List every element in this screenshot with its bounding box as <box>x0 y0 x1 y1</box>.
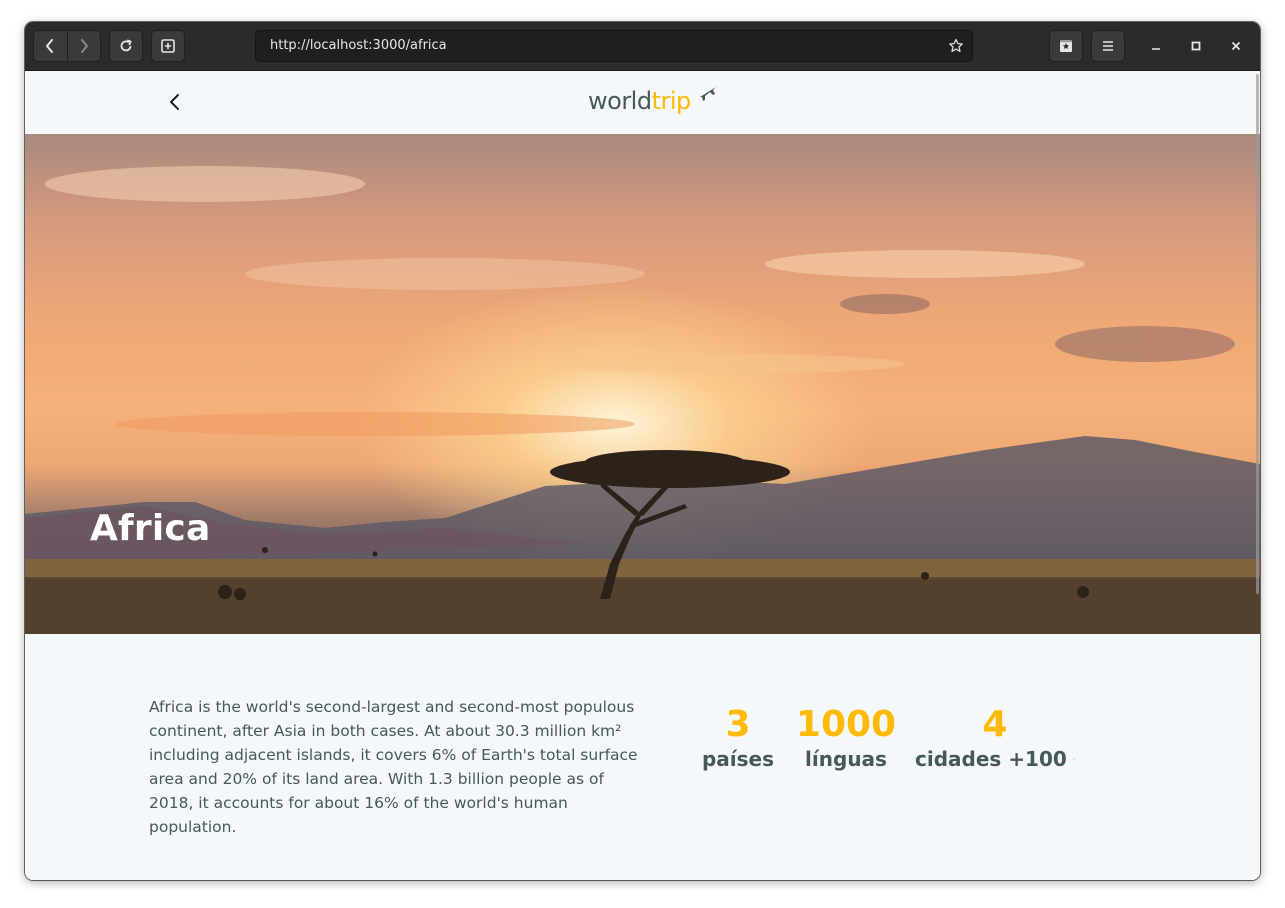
stat-languages: 1000 línguas <box>795 704 897 772</box>
back-button[interactable] <box>34 31 67 61</box>
new-tab-button[interactable] <box>151 30 185 62</box>
stat-label: cidades +100 <box>915 747 1067 771</box>
airplane-icon <box>700 87 716 101</box>
stat-value: 3 <box>725 704 751 745</box>
forward-button[interactable] <box>66 31 100 61</box>
stat-value: 4 <box>982 704 1008 745</box>
browser-toolbar: http://localhost:3000/africa <box>25 22 1260 71</box>
new-tab-icon <box>161 39 175 53</box>
bookmark-box-icon <box>1060 40 1072 52</box>
stat-cities: 4 cidades +100 <box>915 704 1075 772</box>
savanna-sunset-illustration <box>25 166 1260 634</box>
stat-value: 1000 <box>795 704 897 745</box>
url-text: http://localhost:3000/africa <box>270 38 447 53</box>
stat-label: países <box>701 747 775 771</box>
minimize-icon <box>1152 48 1160 50</box>
continent-title: Africa <box>90 508 211 549</box>
close-button[interactable] <box>1226 36 1246 56</box>
bookmark-star-icon[interactable] <box>948 38 964 54</box>
nav-buttons <box>33 30 101 62</box>
extensions-button[interactable] <box>1049 30 1083 62</box>
browser-window: http://localhost:3000/africa worldtrip A… <box>25 22 1260 880</box>
stat-countries: 3 países <box>695 704 781 772</box>
continent-info: Africa is the world's second-largest and… <box>25 634 1260 880</box>
info-icon[interactable] <box>1072 752 1075 767</box>
chevron-left-icon <box>46 39 54 53</box>
menu-button[interactable] <box>1091 30 1125 62</box>
stat-label-row: cidades +100 <box>915 746 1075 772</box>
site-header: worldtrip <box>25 71 1260 134</box>
continent-description: Africa is the world's second-largest and… <box>149 698 638 836</box>
reload-icon <box>120 39 132 52</box>
minimize-button[interactable] <box>1146 36 1166 56</box>
maximize-button[interactable] <box>1186 36 1206 56</box>
close-icon <box>1231 41 1241 51</box>
maximize-icon <box>1191 41 1201 51</box>
address-bar[interactable]: http://localhost:3000/africa <box>255 30 973 62</box>
back-arrow-icon[interactable] <box>165 91 187 113</box>
worldtrip-logo[interactable]: worldtrip <box>588 85 720 121</box>
page-scrollbar[interactable] <box>1256 74 1259 594</box>
stat-label: línguas <box>805 747 887 771</box>
logo-text: worldtrip <box>588 87 691 115</box>
hamburger-menu-icon <box>1103 41 1113 51</box>
continent-banner: Africa <box>25 134 1260 634</box>
chevron-right-icon <box>80 39 88 53</box>
reload-button[interactable] <box>109 30 143 62</box>
